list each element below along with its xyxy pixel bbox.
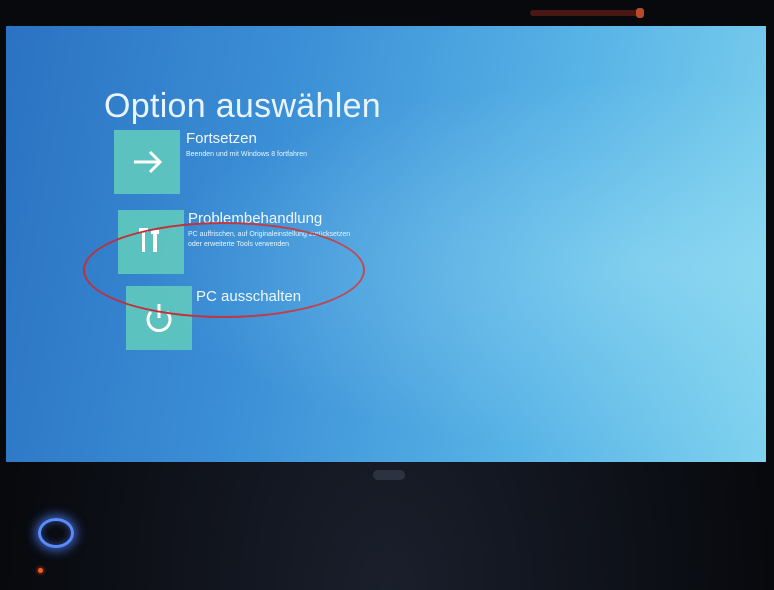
option-label: Fortsetzen (186, 130, 257, 147)
option-description: Beenden und mit Windows 8 fortfahren (186, 151, 308, 158)
reflection-spot (636, 8, 644, 18)
page-title: Option auswählen (104, 86, 381, 125)
monitor-bezel: Option auswählen Fortsetzen Beenden und … (0, 0, 774, 590)
status-led (38, 568, 43, 573)
power-button-icon[interactable] (38, 518, 74, 548)
reflection-glare (530, 10, 640, 16)
highlight-ellipse (83, 222, 365, 318)
option-fortsetzen[interactable]: Fortsetzen Beenden und mit Windows 8 for… (114, 130, 334, 196)
brand-logo (373, 470, 405, 480)
arrow-right-icon (114, 130, 180, 194)
screen: Option auswählen Fortsetzen Beenden und … (6, 26, 766, 462)
